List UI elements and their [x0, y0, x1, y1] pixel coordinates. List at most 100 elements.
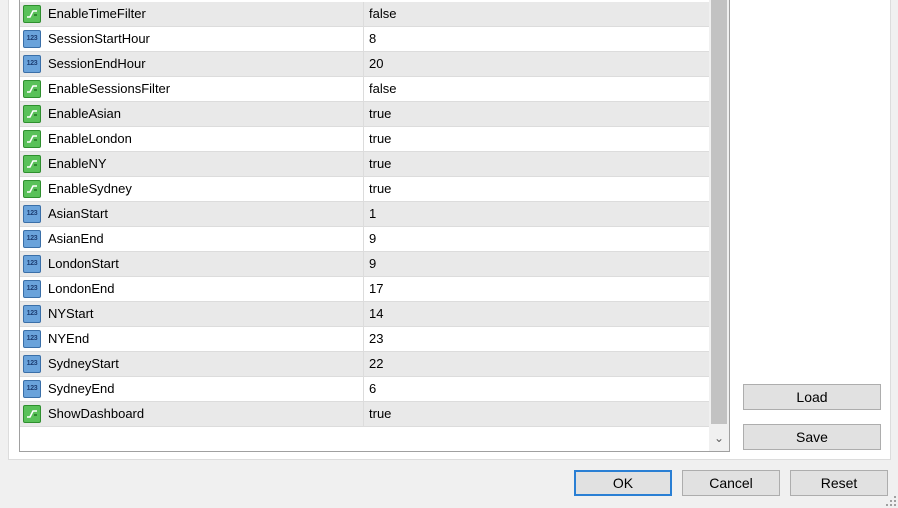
parameter-row[interactable]: 123 SessionStartHour 8 — [20, 27, 709, 52]
parameter-row[interactable]: EnableSydney true — [20, 177, 709, 202]
parameter-name-cell: EnableSydney — [20, 177, 364, 201]
parameter-row[interactable]: EnableLondon true — [20, 127, 709, 152]
parameter-name: AsianEnd — [48, 231, 104, 246]
parameter-name-cell: EnableAsian — [20, 102, 364, 126]
parameter-name: NYStart — [48, 306, 94, 321]
parameter-value[interactable]: 17 — [369, 277, 383, 301]
numeric-glyph: 123 — [26, 360, 38, 367]
scrollbar-thumb[interactable] — [711, 0, 727, 424]
parameter-value[interactable]: false — [369, 2, 396, 26]
parameter-row[interactable]: 123 AsianStart 1 — [20, 202, 709, 227]
load-button[interactable]: Load — [743, 384, 881, 410]
parameter-name: SessionStartHour — [48, 31, 150, 46]
numeric-parameter-icon: 123 — [23, 280, 41, 298]
parameter-value[interactable]: 14 — [369, 302, 383, 326]
resize-grip-icon[interactable] — [886, 496, 896, 506]
boolean-parameter-icon — [23, 130, 41, 148]
parameter-value[interactable]: 6 — [369, 377, 376, 401]
numeric-parameter-icon: 123 — [23, 380, 41, 398]
parameter-value[interactable]: true — [369, 152, 391, 176]
parameter-name: EnableSessionsFilter — [48, 81, 171, 96]
numeric-glyph: 123 — [26, 335, 38, 342]
parameter-name: LondonStart — [48, 256, 119, 271]
numeric-glyph: 123 — [26, 60, 38, 67]
boolean-parameter-icon — [23, 105, 41, 123]
numeric-parameter-icon: 123 — [23, 55, 41, 73]
numeric-parameter-icon: 123 — [23, 305, 41, 323]
numeric-parameter-icon: 123 — [23, 330, 41, 348]
parameter-name: EnableSydney — [48, 181, 132, 196]
parameter-name-cell: 123 SessionStartHour — [20, 27, 364, 51]
numeric-parameter-icon: 123 — [23, 30, 41, 48]
parameter-row[interactable]: EnableNY true — [20, 152, 709, 177]
parameter-name: SydneyStart — [48, 356, 119, 371]
parameter-name-cell: 123 AsianEnd — [20, 227, 364, 251]
parameter-name: EnableNY — [48, 156, 107, 171]
parameter-value[interactable]: 23 — [369, 327, 383, 351]
parameter-row[interactable]: 123 AsianEnd 9 — [20, 227, 709, 252]
parameter-row[interactable]: EnableAsian true — [20, 102, 709, 127]
parameter-name: SessionEndHour — [48, 56, 146, 71]
numeric-glyph: 123 — [26, 235, 38, 242]
parameters-grid: EnableTimeFilter false 123 SessionStartHour… — [19, 0, 730, 452]
parameter-row[interactable]: 123 SessionEndHour 20 — [20, 52, 709, 77]
parameter-row[interactable]: 123 NYEnd 23 — [20, 327, 709, 352]
ok-button[interactable]: OK — [574, 470, 672, 496]
parameter-value[interactable]: 9 — [369, 252, 376, 276]
numeric-glyph: 123 — [26, 310, 38, 317]
parameter-value[interactable]: true — [369, 102, 391, 126]
parameter-name: NYEnd — [48, 331, 90, 346]
parameter-row[interactable]: 123 SydneyEnd 6 — [20, 377, 709, 402]
numeric-glyph: 123 — [26, 385, 38, 392]
boolean-parameter-icon — [23, 5, 41, 23]
parameter-name-cell: 123 LondonStart — [20, 252, 364, 276]
parameter-value[interactable]: false — [369, 77, 396, 101]
parameter-name: AsianStart — [48, 206, 108, 221]
parameter-name-cell: 123 SydneyEnd — [20, 377, 364, 401]
parameter-value[interactable]: 22 — [369, 352, 383, 376]
parameter-value[interactable]: 20 — [369, 52, 383, 76]
parameter-row[interactable]: 123 LondonStart 9 — [20, 252, 709, 277]
numeric-glyph: 123 — [26, 285, 38, 292]
parameter-row[interactable]: EnableSessionsFilter false — [20, 77, 709, 102]
scroll-down-arrow-icon[interactable]: ⌄ — [709, 427, 729, 449]
numeric-parameter-icon: 123 — [23, 205, 41, 223]
parameter-row[interactable]: 123 SydneyStart 22 — [20, 352, 709, 377]
numeric-parameter-icon: 123 — [23, 230, 41, 248]
parameter-name-cell: EnableTimeFilter — [20, 2, 364, 26]
numeric-parameter-icon: 123 — [23, 355, 41, 373]
parameter-row[interactable]: 123 NYStart 14 — [20, 302, 709, 327]
parameter-name-cell: 123 NYStart — [20, 302, 364, 326]
parameter-value[interactable]: 1 — [369, 202, 376, 226]
parameter-value[interactable]: true — [369, 127, 391, 151]
reset-button[interactable]: Reset — [790, 470, 888, 496]
parameter-name: LondonEnd — [48, 281, 115, 296]
boolean-parameter-icon — [23, 80, 41, 98]
parameter-name-cell: EnableNY — [20, 152, 364, 176]
parameter-name-cell: EnableSessionsFilter — [20, 77, 364, 101]
parameter-row[interactable]: 123 LondonEnd 17 — [20, 277, 709, 302]
numeric-glyph: 123 — [26, 35, 38, 42]
boolean-parameter-icon — [23, 405, 41, 423]
parameter-name-cell: 123 AsianStart — [20, 202, 364, 226]
parameter-name: EnableTimeFilter — [48, 6, 146, 21]
parameter-value[interactable]: 8 — [369, 27, 376, 51]
parameter-name-cell: 123 SydneyStart — [20, 352, 364, 376]
parameter-name-cell: 123 NYEnd — [20, 327, 364, 351]
parameter-name-cell: 123 SessionEndHour — [20, 52, 364, 76]
parameter-name: EnableAsian — [48, 106, 121, 121]
cancel-button[interactable]: Cancel — [682, 470, 780, 496]
parameter-value[interactable]: 9 — [369, 227, 376, 251]
parameter-row[interactable]: ShowDashboard true — [20, 402, 709, 427]
parameter-name-cell: 123 LondonEnd — [20, 277, 364, 301]
parameter-value[interactable]: true — [369, 402, 391, 426]
parameter-row[interactable]: EnableTimeFilter false — [20, 2, 709, 27]
vertical-scrollbar[interactable]: ⌄ — [709, 0, 729, 451]
numeric-glyph: 123 — [26, 210, 38, 217]
parameter-name: SydneyEnd — [48, 381, 115, 396]
save-button[interactable]: Save — [743, 424, 881, 450]
numeric-parameter-icon: 123 — [23, 255, 41, 273]
parameter-value[interactable]: true — [369, 177, 391, 201]
parameter-name: EnableLondon — [48, 131, 132, 146]
parameter-name-cell: ShowDashboard — [20, 402, 364, 426]
